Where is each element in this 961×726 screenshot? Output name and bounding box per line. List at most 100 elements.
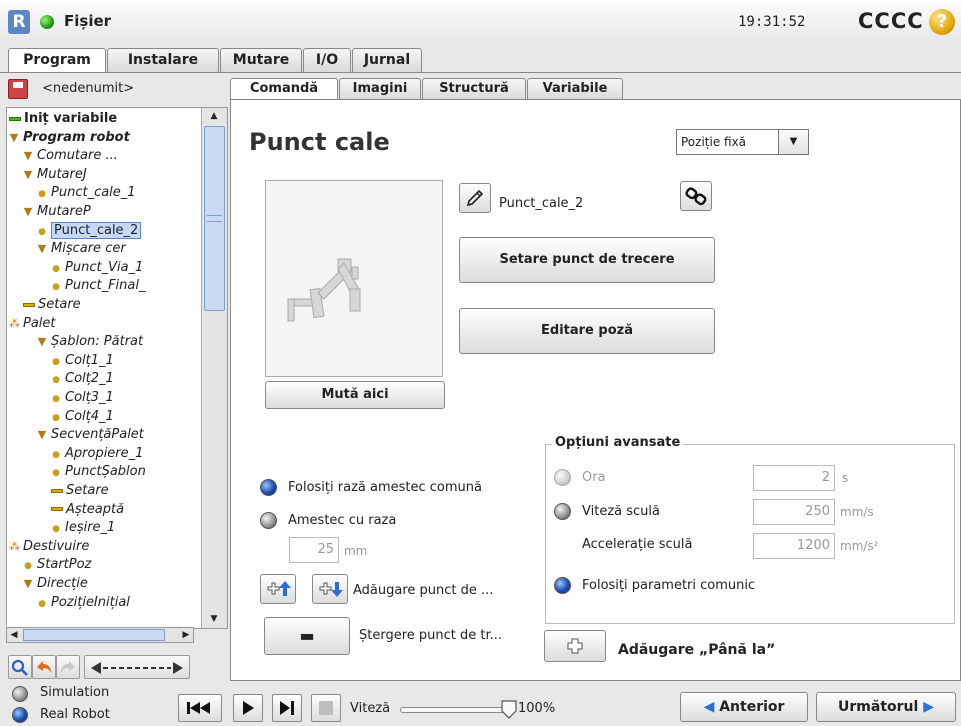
tree-item[interactable]: Așteaptă: [51, 501, 124, 518]
tree-item[interactable]: ▼ MutareJ: [23, 166, 87, 183]
tree-item[interactable]: ⁂ Destivuire: [9, 538, 89, 555]
waypoint-icon: ●: [38, 189, 46, 200]
tree-item[interactable]: ▼ Program robot: [9, 129, 130, 146]
ur-logo-icon: R: [8, 10, 30, 34]
tree-item[interactable]: ● Punct_cale_1: [37, 184, 136, 201]
tree-item[interactable]: ● Apropiere_1: [51, 445, 143, 462]
tool-accel-field[interactable]: 1200: [753, 533, 835, 559]
tab-program[interactable]: Program: [8, 48, 106, 74]
pencil-icon[interactable]: [459, 183, 491, 213]
next-button[interactable]: Următorul ▶: [816, 692, 956, 722]
tree-item[interactable]: ▼ MutareP: [23, 203, 91, 220]
program-tree[interactable]: Iniț variabile ▼ Program robot ▼ Comutare ..…: [6, 107, 228, 629]
tool-speed-radio[interactable]: [554, 503, 571, 520]
delete-waypoint-button[interactable]: ▬: [264, 617, 350, 655]
clock: 19:31:52: [738, 14, 806, 30]
speed-slider-track[interactable]: [400, 707, 512, 713]
tree-item[interactable]: ▼ SecvențăPalet: [37, 426, 144, 443]
file-menu[interactable]: Fișier: [64, 12, 111, 30]
tree-item-label: MutareJ: [37, 166, 87, 182]
tab-graphics[interactable]: Imagini: [339, 78, 421, 100]
move-here-button[interactable]: Mută aici: [265, 381, 445, 409]
stop-icon[interactable]: [311, 694, 341, 722]
tree-scroll-thumb[interactable]: [204, 126, 225, 311]
tab-structure[interactable]: Structură: [422, 78, 526, 100]
tree-item[interactable]: Iniț variabile: [9, 110, 117, 127]
tab-io[interactable]: I/O: [303, 48, 351, 72]
add-until-button[interactable]: [544, 630, 606, 662]
tree-item[interactable]: Setare: [23, 296, 81, 313]
tree-horizontal-scrollbar[interactable]: ◀ ▶: [6, 627, 194, 643]
waypoint-icon: ●: [52, 282, 60, 293]
position-type-dropdown[interactable]: Poziție fixă ▼: [676, 129, 809, 155]
scroll-right-icon[interactable]: ▶: [179, 627, 193, 643]
save-icon[interactable]: [8, 79, 28, 99]
add-until-label: Adăugare „Până la”: [618, 642, 776, 658]
blend-radius-unit: mm: [344, 544, 368, 558]
delete-waypoint-label: Ștergere punct de tr...: [359, 628, 503, 643]
tree-item[interactable]: Setare: [51, 482, 109, 499]
tree-item[interactable]: ● Colț2_1: [51, 370, 114, 387]
speed-slider-handle[interactable]: [500, 699, 518, 719]
scroll-down-icon[interactable]: ▼: [202, 611, 226, 627]
waypoint-icon: ●: [52, 394, 60, 404]
tab-log[interactable]: Jurnal: [352, 48, 422, 72]
tab-variables[interactable]: Variabile: [527, 78, 623, 100]
tree-item[interactable]: ● Punct_cale_2: [37, 221, 142, 239]
rewind-icon[interactable]: [178, 694, 222, 722]
search-icon[interactable]: [8, 655, 32, 679]
tree-item[interactable]: ● Colț4_1: [51, 408, 114, 425]
tree-item[interactable]: ▼ Comutare ...: [23, 147, 118, 164]
simulation-radio[interactable]: [12, 686, 28, 702]
tree-item[interactable]: ● Ieșire_1: [51, 519, 115, 536]
action-icon: [23, 302, 35, 307]
tree-item[interactable]: ● PunctȘablon: [51, 463, 146, 480]
triangle-icon: ▼: [23, 205, 33, 218]
edit-pose-button[interactable]: Editare poză: [459, 308, 715, 354]
redo-icon[interactable]: [56, 655, 80, 679]
tree-item[interactable]: ⁂ Palet: [9, 315, 56, 332]
add-waypoint-before-icon[interactable]: [260, 574, 296, 604]
blend-radius-field[interactable]: 25: [289, 537, 339, 563]
add-waypoint-after-icon[interactable]: [312, 574, 348, 604]
tree-item[interactable]: ● Colț1_1: [51, 352, 114, 369]
tree-item-label: Așteaptă: [66, 501, 125, 517]
tab-command[interactable]: Comandă: [230, 78, 338, 101]
scroll-left-icon[interactable]: ◀: [7, 627, 21, 643]
help-icon[interactable]: ?: [929, 9, 955, 35]
waypoint-icon: ●: [24, 561, 32, 572]
tree-item[interactable]: ● PozițieInițial: [37, 594, 130, 611]
tree-item[interactable]: ▼ Direcție: [23, 575, 88, 592]
tree-item[interactable]: ● Punct_Via_1: [51, 259, 143, 276]
undo-icon[interactable]: [32, 655, 56, 679]
tree-item[interactable]: ● StartPoz: [23, 556, 91, 573]
play-icon[interactable]: [233, 694, 263, 722]
tree-item[interactable]: ● Colț3_1: [51, 389, 114, 406]
tree-item-label: Colț1_1: [65, 352, 114, 368]
tree-item[interactable]: ▼ Șablon: Pătrat: [37, 333, 143, 350]
waypoint-name: Punct_cale_2: [499, 196, 584, 211]
step-icon[interactable]: [272, 694, 302, 722]
blend-radius-radio[interactable]: [260, 512, 277, 529]
shared-blend-radio[interactable]: [260, 479, 277, 496]
tab-installation[interactable]: Instalare: [107, 48, 219, 72]
tool-speed-field[interactable]: 250: [753, 499, 835, 525]
tree-hscroll-thumb[interactable]: [23, 629, 165, 641]
tool-accel-label: Accelerație sculă: [582, 537, 693, 552]
set-waypoint-button[interactable]: Setare punct de trecere: [459, 237, 715, 283]
move-arrows-button[interactable]: [84, 655, 190, 679]
tree-item[interactable]: ▼ Mișcare cer: [37, 240, 126, 257]
previous-button[interactable]: ◀ Anterior: [680, 692, 808, 722]
tree-vertical-scrollbar[interactable]: ▲ ▼: [201, 108, 227, 628]
shared-blend-label: Folosiți rază amestec comună: [288, 480, 482, 495]
chevron-down-icon[interactable]: ▼: [778, 130, 808, 154]
shared-params-radio[interactable]: [554, 577, 571, 594]
real-robot-radio[interactable]: [12, 707, 28, 723]
tab-move[interactable]: Mutare: [220, 48, 302, 72]
triangle-icon: ▼: [9, 130, 19, 144]
tree-item-label: SecvențăPalet: [51, 427, 144, 443]
tree-item[interactable]: ● Punct_Final_: [51, 277, 145, 294]
tree-item-label: Direcție: [37, 576, 88, 591]
scroll-up-icon[interactable]: ▲: [202, 108, 226, 124]
link-icon[interactable]: [680, 181, 712, 211]
